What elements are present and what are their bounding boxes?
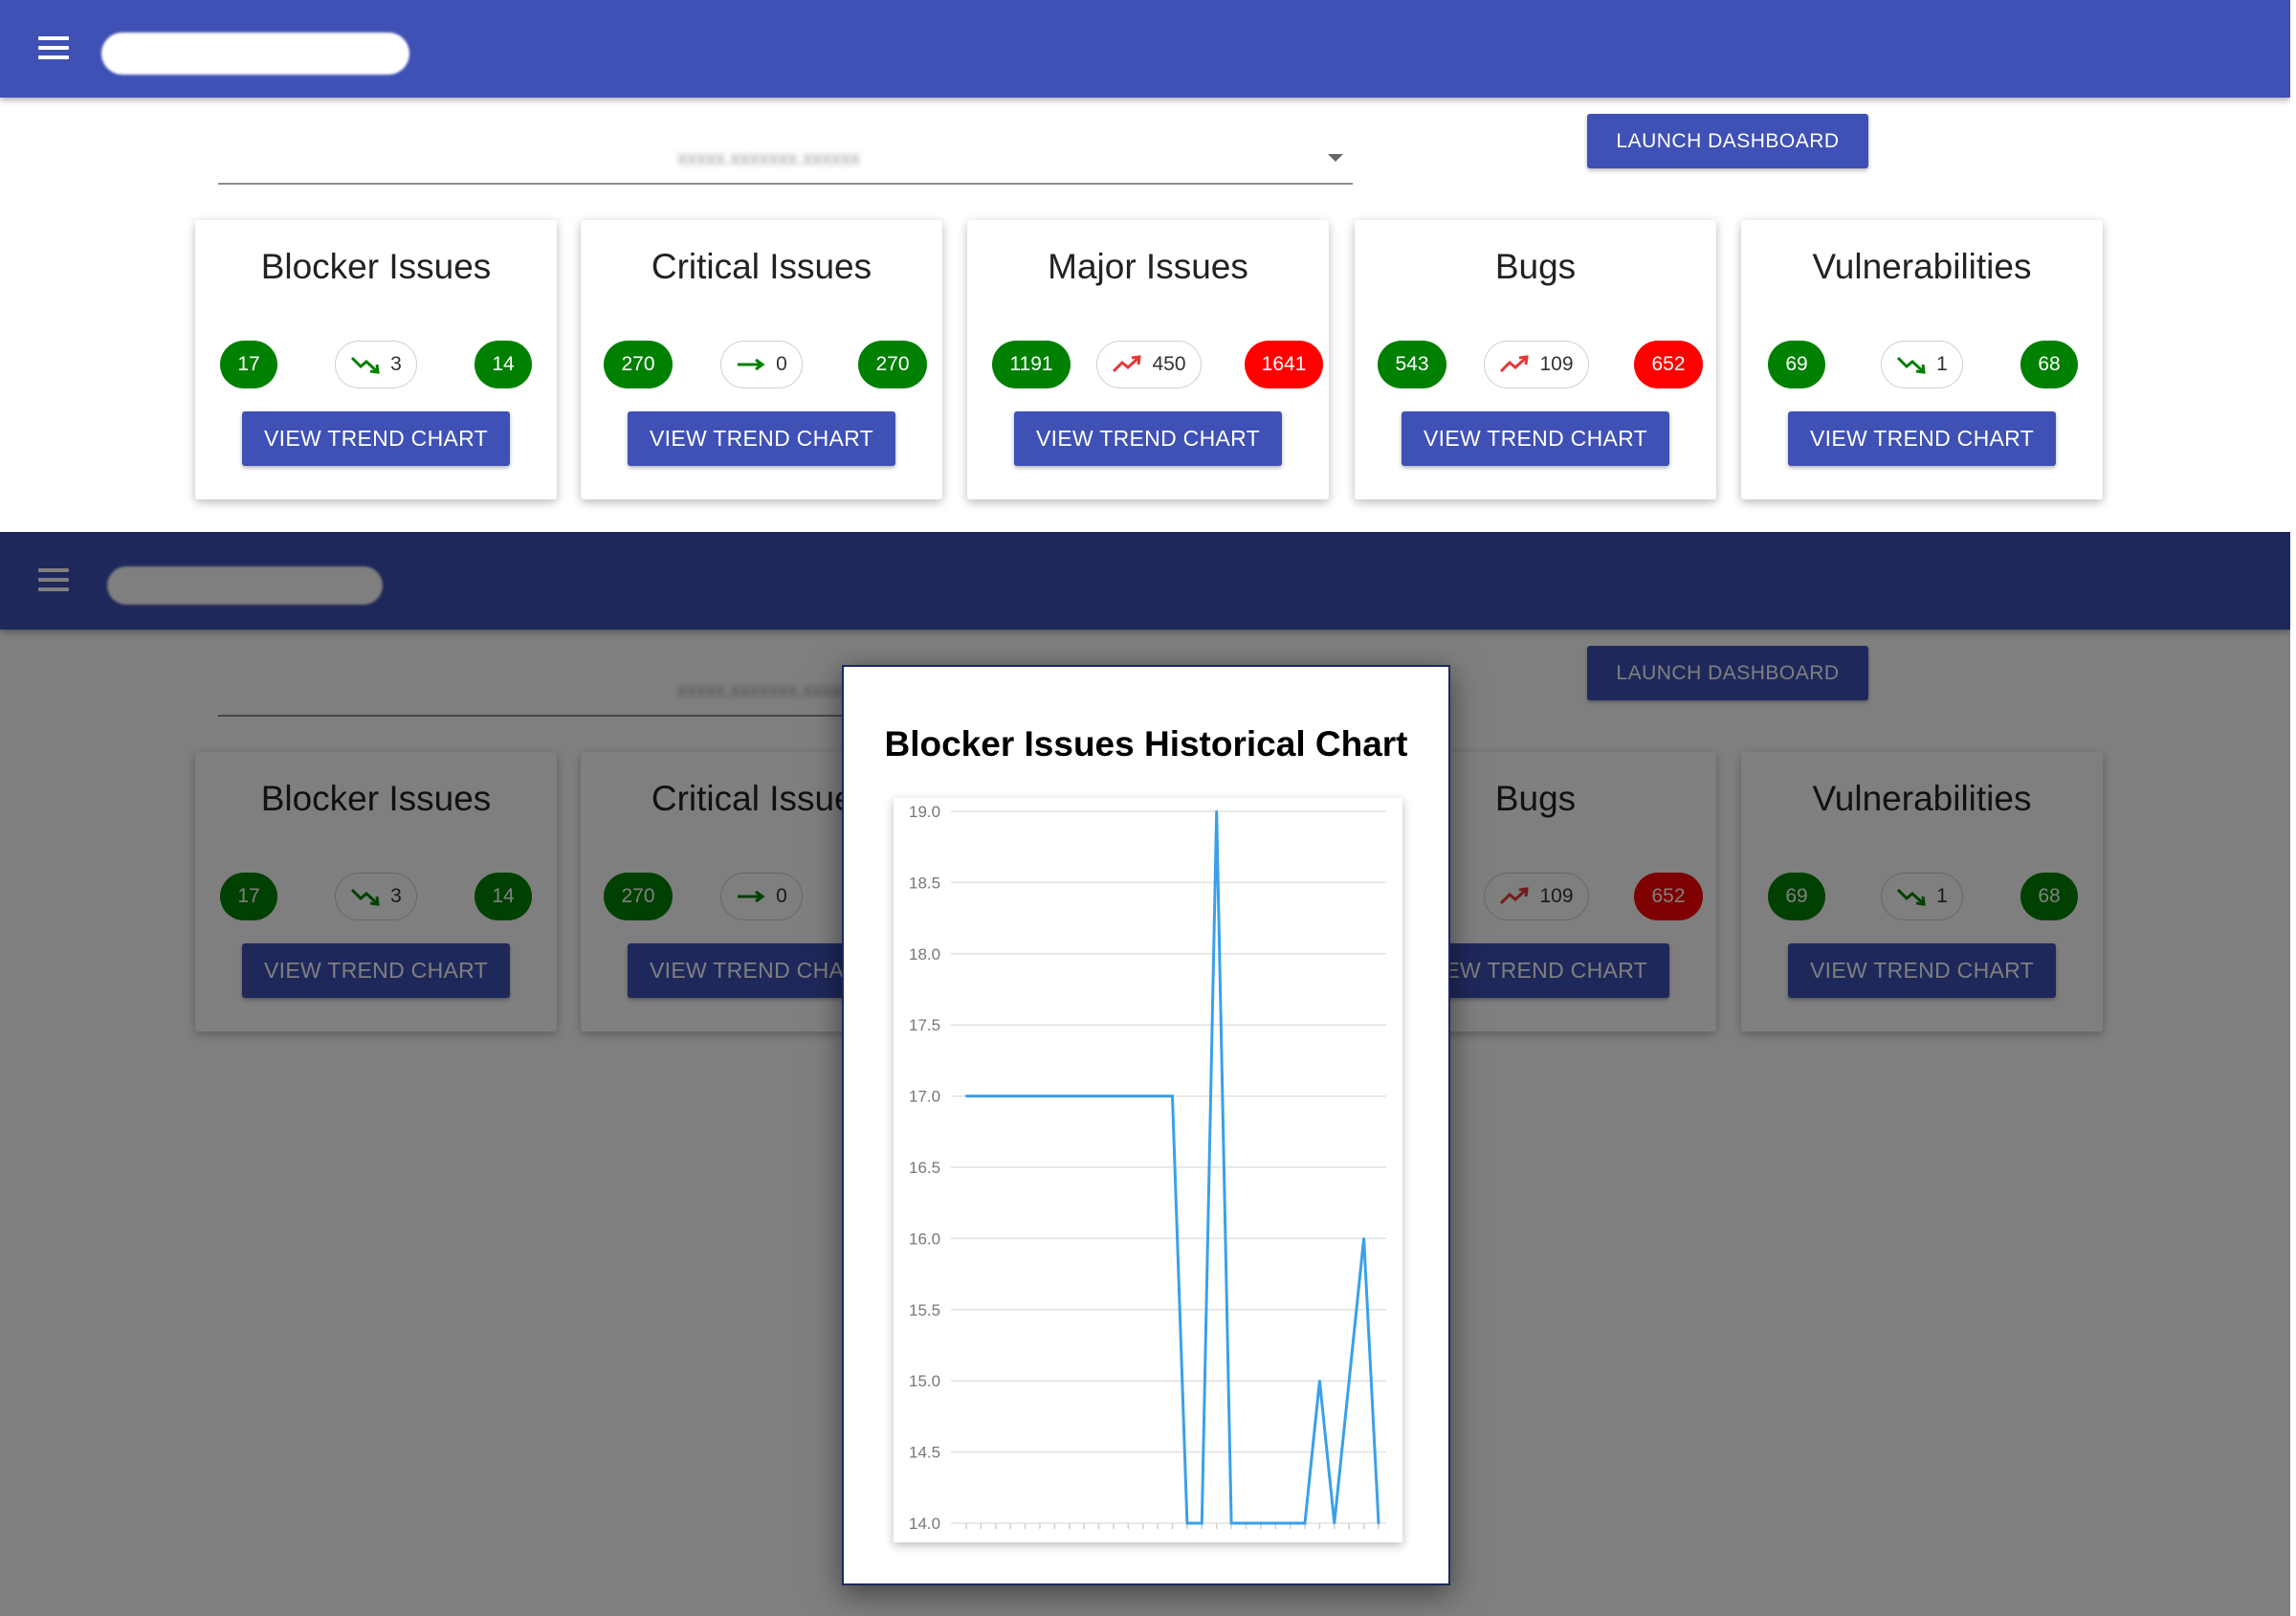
y-tick-label: 18.0 xyxy=(909,945,940,963)
change-value: 3 xyxy=(390,353,402,375)
y-tick-label: 15.5 xyxy=(909,1301,940,1319)
data-point xyxy=(1362,1237,1365,1240)
previous-count-badge: 270 xyxy=(604,341,673,388)
y-tick-label: 18.5 xyxy=(909,874,940,892)
data-point xyxy=(1171,1095,1174,1097)
y-tick-label: 15.0 xyxy=(909,1372,940,1390)
data-point xyxy=(1215,809,1218,813)
change-badge: 0 xyxy=(720,341,803,388)
data-point xyxy=(1097,1095,1100,1097)
change-value: 450 xyxy=(1152,353,1186,375)
data-point xyxy=(1053,1095,1056,1097)
data-point xyxy=(1333,1521,1336,1525)
data-point xyxy=(1038,1095,1042,1097)
data-point xyxy=(1127,1095,1130,1097)
card-title: Major Issues xyxy=(1048,247,1248,286)
current-count-badge: 270 xyxy=(858,341,927,388)
change-badge: 1 xyxy=(1881,341,1963,388)
data-point xyxy=(1259,1521,1263,1525)
previous-count-badge: 69 xyxy=(1768,341,1825,388)
previous-count-badge: 1191 xyxy=(992,341,1071,388)
data-point xyxy=(1141,1095,1144,1097)
dropdown-arrow-icon[interactable] xyxy=(1328,154,1343,162)
previous-count-badge: 17 xyxy=(220,341,277,388)
view-trend-chart-button[interactable]: VIEW TREND CHART xyxy=(1788,411,2056,466)
project-select[interactable]: xxxxx.xxxxxxx.xxxxxx xyxy=(218,129,1353,185)
card-title: Blocker Issues xyxy=(260,247,492,286)
trending-down-icon xyxy=(351,356,380,374)
y-tick-label: 16.5 xyxy=(909,1159,940,1177)
data-point xyxy=(1156,1095,1159,1097)
view-trend-chart-button[interactable]: VIEW TREND CHART xyxy=(1402,411,1669,466)
menu-icon[interactable] xyxy=(38,36,69,61)
data-point xyxy=(1185,1521,1189,1525)
previous-count-badge: 543 xyxy=(1378,341,1446,388)
current-count-badge: 14 xyxy=(475,341,532,388)
data-point xyxy=(1201,1521,1203,1525)
change-value: 0 xyxy=(776,353,787,375)
arrow-right-icon xyxy=(738,358,765,371)
data-point xyxy=(1303,1521,1307,1525)
data-point xyxy=(964,1095,968,1097)
change-badge: 3 xyxy=(335,341,417,388)
data-point xyxy=(1274,1521,1277,1525)
change-badge: 450 xyxy=(1096,341,1202,388)
y-tick-label: 17.5 xyxy=(909,1016,940,1034)
y-tick-label: 16.0 xyxy=(909,1229,940,1248)
current-count-badge: 652 xyxy=(1634,341,1703,388)
chart-card: 19.0 18.5 18.0 17.5 17.0 16.5 16.0 15.5 15.0 14.5… xyxy=(894,798,1402,1542)
change-value: 109 xyxy=(1539,353,1574,375)
data-point xyxy=(980,1095,982,1097)
redacted-app-title xyxy=(101,33,409,75)
view-trend-chart-button[interactable]: VIEW TREND CHART xyxy=(628,411,895,466)
data-point xyxy=(1318,1380,1321,1383)
trending-up-icon xyxy=(1500,355,1530,373)
data-point xyxy=(1082,1095,1086,1097)
data-point xyxy=(1245,1521,1247,1525)
app-bar xyxy=(0,0,2290,98)
y-tick-label: 17.0 xyxy=(909,1088,940,1106)
line-chart: 19.0 18.5 18.0 17.5 17.0 16.5 16.0 15.5 15.0 14.5… xyxy=(909,803,1386,1533)
data-point xyxy=(1229,1521,1233,1525)
y-tick-label: 14.5 xyxy=(909,1444,940,1462)
project-select-value: xxxxx.xxxxxxx.xxxxxx xyxy=(677,148,861,169)
launch-dashboard-button[interactable]: LAUNCH DASHBOARD xyxy=(1587,114,1868,168)
issue-card: Vulnerabilities 69 1 68 VIEW TREND CHART xyxy=(1741,220,2103,499)
change-badge: 109 xyxy=(1484,341,1589,388)
issue-card: Critical Issues 270 0 270 VIEW TREND CHA… xyxy=(581,220,942,499)
card-title: Bugs xyxy=(1494,247,1577,286)
chart-dialog-view: xxxxx.xxxxxxx.xxxxxx LAUNCH DASHBOARD Bl… xyxy=(0,532,2290,1616)
data-point xyxy=(1112,1095,1115,1097)
y-tick-label: 19.0 xyxy=(909,803,940,821)
chart-dialog: Blocker Issues Historical Chart 19.0 18.5… xyxy=(842,665,1450,1585)
change-value: 1 xyxy=(1936,353,1948,375)
current-count-badge: 1641 xyxy=(1245,341,1323,388)
data-point xyxy=(1068,1095,1071,1097)
card-title: Critical Issues xyxy=(651,247,872,286)
data-point xyxy=(994,1095,997,1097)
data-point xyxy=(1008,1095,1012,1097)
view-trend-chart-button[interactable]: VIEW TREND CHART xyxy=(1014,411,1282,466)
trending-down-icon xyxy=(1897,356,1926,374)
data-point xyxy=(1289,1521,1292,1525)
card-title: Vulnerabilities xyxy=(1812,247,2032,286)
view-trend-chart-button[interactable]: VIEW TREND CHART xyxy=(242,411,510,466)
data-point xyxy=(1377,1521,1380,1525)
issue-card: Blocker Issues 17 3 14 VIEW TREND CHART xyxy=(195,220,557,499)
trending-up-icon xyxy=(1113,355,1142,373)
dashboard-view: xxxxx.xxxxxxx.xxxxxx LAUNCH DASHBOARD Bl… xyxy=(0,0,2290,532)
dialog-title: Blocker Issues Historical Chart xyxy=(884,724,1408,764)
data-point xyxy=(1348,1380,1351,1383)
current-count-badge: 68 xyxy=(2020,341,2078,388)
data-point xyxy=(1024,1095,1027,1097)
y-tick-label: 14.0 xyxy=(909,1515,940,1533)
issue-card: Bugs 543 109 652 VIEW TREND CHART xyxy=(1355,220,1716,499)
issue-card: Major Issues 1191 450 1641 VIEW TREND CH… xyxy=(967,220,1329,499)
